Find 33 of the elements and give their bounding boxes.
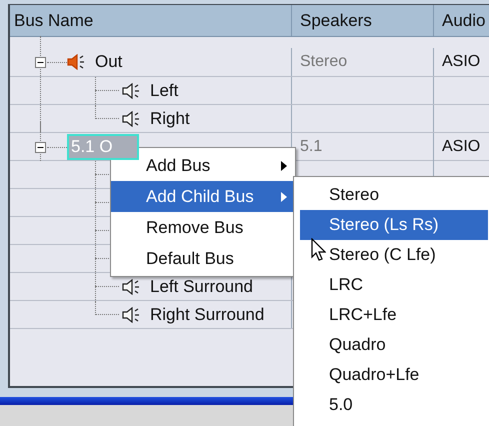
menu-item[interactable]: LRC+Lfe xyxy=(300,300,488,330)
menu-item[interactable]: LRC xyxy=(300,270,488,300)
speaker-icon xyxy=(122,110,140,126)
menu-item[interactable]: Stereo (Ls Rs) xyxy=(300,210,488,240)
menu-item[interactable]: Stereo (C Lfe) xyxy=(300,240,488,270)
audio-value: ASIO xyxy=(442,137,480,157)
submenu-arrow-icon xyxy=(281,160,287,170)
speakers-value: 5.1 xyxy=(300,137,322,157)
menu-item[interactable]: Stereo xyxy=(300,180,488,210)
menu-item[interactable]: Remove Bus xyxy=(111,212,293,243)
audio-value: ASIO xyxy=(442,52,480,72)
speaker-icon xyxy=(122,278,140,294)
speaker-icon xyxy=(122,306,140,322)
column-header[interactable]: Bus Name xyxy=(10,5,292,36)
speaker-icon xyxy=(67,54,85,70)
speaker-icon xyxy=(122,82,140,98)
menu-item[interactable]: Add Child Bus xyxy=(111,181,293,212)
bus-name[interactable]: Out xyxy=(95,49,122,75)
channel-name[interactable]: Left Surround xyxy=(150,274,254,300)
menu-item[interactable]: Quadro+Lfe xyxy=(300,360,488,390)
channel-name[interactable]: Left xyxy=(150,78,178,104)
menu-item[interactable]: Default Bus xyxy=(111,243,293,274)
channel-name[interactable]: Right xyxy=(150,106,190,132)
submenu-arrow-icon xyxy=(281,192,287,202)
menu-item[interactable]: 5.0 xyxy=(300,390,488,420)
column-header[interactable]: Audio xyxy=(434,5,486,36)
collapse-icon[interactable] xyxy=(35,56,46,68)
mouse-cursor-icon xyxy=(311,238,326,262)
column-header[interactable]: Speakers xyxy=(292,5,434,36)
channel-name[interactable]: Right Surround xyxy=(150,302,264,328)
collapse-icon[interactable] xyxy=(35,142,46,152)
speakers-value: Stereo xyxy=(300,52,348,72)
menu-item[interactable]: Quadro xyxy=(300,330,488,360)
